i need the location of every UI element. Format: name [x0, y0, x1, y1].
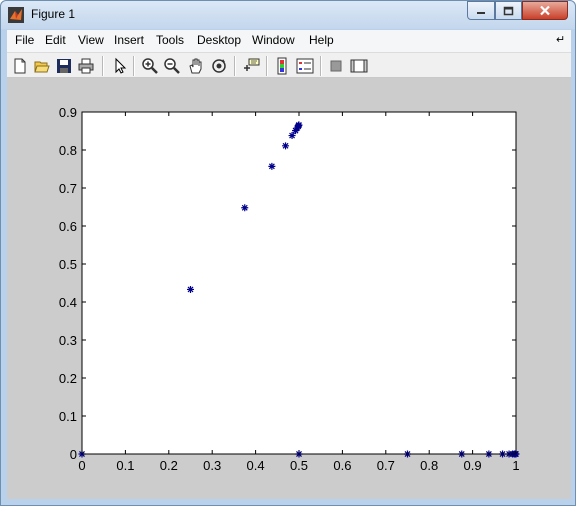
menu-view[interactable]: View — [78, 33, 104, 47]
data-cursor-icon[interactable] — [242, 57, 260, 75]
y-tick-label: 0.8 — [59, 143, 77, 158]
close-button[interactable] — [522, 1, 568, 20]
data-point-marker[interactable] — [187, 285, 194, 293]
maximize-button[interactable] — [495, 1, 522, 20]
figure-toolbar — [7, 52, 571, 78]
menu-dock-arrow-icon[interactable]: ↵ — [556, 33, 565, 46]
toolbar-separator — [320, 56, 322, 76]
rotate-3d-icon[interactable] — [210, 57, 228, 75]
data-point-marker[interactable] — [282, 142, 290, 150]
x-tick-label: 0.7 — [377, 458, 395, 473]
matlab-icon — [8, 7, 24, 23]
data-point-marker[interactable] — [241, 204, 249, 212]
x-tick-label: 0.1 — [116, 458, 134, 473]
x-tick-label: 1 — [512, 458, 519, 473]
figure-window: Figure 1 File Edit View Insert Tools Des… — [0, 0, 576, 506]
pan-hand-icon[interactable] — [187, 57, 205, 75]
show-plot-tools-icon[interactable] — [350, 57, 368, 75]
toolbar-separator — [133, 56, 135, 76]
menu-help[interactable]: Help — [309, 33, 334, 47]
menu-edit[interactable]: Edit — [45, 33, 66, 47]
x-tick-label: 0.2 — [160, 458, 178, 473]
y-tick-label: 0.3 — [59, 333, 77, 348]
y-tick-label: 0 — [70, 447, 77, 462]
menu-file[interactable]: File — [15, 33, 34, 47]
menu-desktop[interactable]: Desktop — [197, 33, 241, 47]
open-file-icon[interactable] — [33, 57, 51, 75]
y-tick-label: 0.6 — [59, 219, 77, 234]
new-figure-icon[interactable] — [11, 57, 29, 75]
y-tick-label: 0.5 — [59, 257, 77, 272]
zoom-out-icon[interactable] — [163, 57, 181, 75]
axes-background[interactable] — [82, 112, 516, 454]
insert-legend-icon[interactable] — [296, 57, 314, 75]
x-tick-label: 0.8 — [420, 458, 438, 473]
menu-tools[interactable]: Tools — [156, 33, 184, 47]
print-icon[interactable] — [77, 57, 95, 75]
x-tick-label: 0.6 — [333, 458, 351, 473]
x-tick-label: 0.9 — [464, 458, 482, 473]
y-tick-label: 0.7 — [59, 181, 77, 196]
title-bar[interactable]: Figure 1 — [1, 1, 575, 29]
x-tick-label: 0.5 — [290, 458, 308, 473]
y-tick-label: 0.1 — [59, 409, 77, 424]
zoom-in-icon[interactable] — [141, 57, 159, 75]
menu-window[interactable]: Window — [252, 33, 295, 47]
menu-bar: File Edit View Insert Tools Desktop Wind… — [7, 30, 571, 52]
data-point-marker[interactable] — [288, 132, 296, 140]
y-tick-label: 0.2 — [59, 371, 77, 386]
y-tick-label: 0.4 — [59, 295, 77, 310]
pointer-icon[interactable] — [111, 57, 129, 75]
toolbar-separator — [234, 56, 236, 76]
insert-colorbar-icon[interactable] — [273, 57, 291, 75]
toolbar-separator — [102, 56, 104, 76]
hide-plot-tools-icon[interactable] — [327, 57, 345, 75]
toolbar-separator — [266, 56, 268, 76]
x-tick-label: 0.4 — [247, 458, 265, 473]
data-point-marker[interactable] — [268, 162, 276, 170]
save-icon[interactable] — [55, 57, 73, 75]
x-tick-label: 0 — [78, 458, 85, 473]
minimize-button[interactable] — [467, 1, 495, 20]
y-tick-label: 0.9 — [59, 105, 77, 120]
x-tick-label: 0.3 — [203, 458, 221, 473]
scatter-plot[interactable]: 0 0.1 0.2 0.3 0.4 0.5 0.6 0.7 0.8 0.9 1 0 0.1 0.2 0.3 0… — [7, 78, 571, 499]
figure-canvas: 0 0.1 0.2 0.3 0.4 0.5 0.6 0.7 0.8 0.9 1 0 0.1 0.2 0.3 0… — [7, 78, 571, 499]
data-point-marker[interactable] — [295, 121, 303, 129]
menu-insert[interactable]: Insert — [114, 33, 144, 47]
window-title: Figure 1 — [31, 7, 76, 21]
